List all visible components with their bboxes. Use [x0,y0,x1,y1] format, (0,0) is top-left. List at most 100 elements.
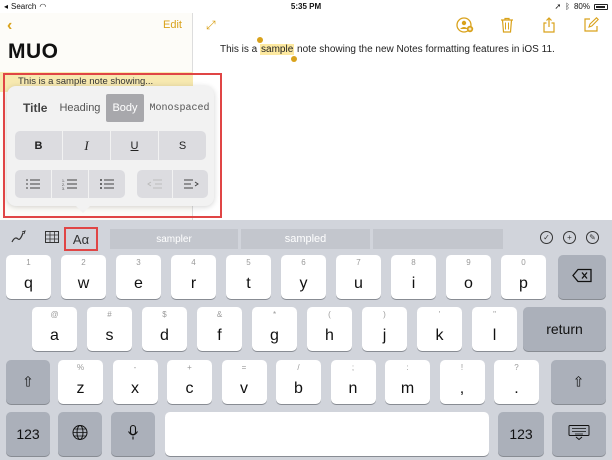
key-row1-3[interactable]: 4r [171,255,216,299]
key-char: . [514,380,519,397]
key-alt-char: = [241,363,247,372]
key-alt-char: 9 [466,258,471,267]
delete-key[interactable] [558,255,606,299]
key-alt-char: - [133,363,137,372]
shift-key-right[interactable]: ⇧ [551,360,606,404]
shift-key-left[interactable]: ⇧ [6,360,50,404]
expand-icon[interactable]: ⤢ [206,18,216,33]
key-row1-4[interactable]: 5t [226,255,271,299]
dictation-key[interactable] [111,412,155,456]
highlight-box-format-button [64,227,98,251]
key-alt-char: $ [162,310,167,319]
note-pane: ⤢ This is a sample note showing the new … [194,13,612,220]
note-body[interactable]: This is a sample note showing the new No… [220,37,555,62]
add-person-icon[interactable] [456,16,474,34]
microphone-icon [111,424,155,444]
key-alt-char: 6 [301,258,306,267]
numbers-key-label: 123 [16,426,40,442]
key-row1-1[interactable]: 2w [61,255,106,299]
key-row1-6[interactable]: 7u [336,255,381,299]
numbers-key-left[interactable]: 123 [6,412,50,456]
key-char: j [382,327,387,344]
key-char: r [190,275,197,292]
key-char: g [270,327,279,344]
key-alt-char: / [297,363,300,372]
key-row2-8[interactable]: " l [472,307,517,351]
key-alt-char: ' [438,310,441,319]
key-char: k [435,327,444,344]
key-char: n [348,380,358,397]
key-row3-5[interactable]: ; n [330,360,376,404]
key-row1-9[interactable]: 0p [501,255,546,299]
numbers-key-right[interactable]: 123 [498,412,544,456]
table-icon[interactable] [43,229,61,245]
key-row2-4[interactable]: * g [252,307,297,351]
key-row2-3[interactable]: & f [197,307,242,351]
checklist-icon[interactable]: ✓ [540,231,553,244]
key-row3-3[interactable]: = v [221,360,267,404]
globe-icon [58,425,102,444]
key-alt-char: * [272,310,277,319]
key-char: y [299,275,308,292]
key-char: o [464,275,473,292]
key-alt-char: 8 [411,258,416,267]
key-row3-2[interactable]: + c [167,360,212,404]
edit-button[interactable]: Edit [163,19,182,31]
battery-percent: 80% [573,2,590,11]
return-key[interactable]: return [523,307,606,351]
selected-word[interactable]: sample [257,37,298,62]
keyboard: Aα sampler sampled ✓ + ✎ 1q2w3e4r5t6y7u8… [0,220,612,460]
key-row3-7[interactable]: !, [439,360,485,404]
key-alt-char: 2 [81,258,86,267]
key-char: m [400,380,415,397]
suggestion-1[interactable]: sampler [110,229,238,249]
shift-icon: ⇧ [22,373,34,390]
key-char: w [77,275,90,292]
add-icon[interactable]: + [563,231,576,244]
key-row3-8[interactable]: ?. [494,360,539,404]
delete-icon [558,268,606,286]
globe-key[interactable] [58,412,102,456]
key-row2-1[interactable]: # s [87,307,132,351]
trash-icon[interactable] [498,16,516,34]
compose-icon[interactable] [582,16,600,34]
handwriting-icon[interactable] [9,229,27,245]
key-alt-char: " [493,310,496,319]
key-row2-0[interactable]: @ a [32,307,77,351]
key-char: l [492,327,497,344]
key-row3-6[interactable]: :m [385,360,430,404]
selected-word-text: sample [261,44,294,55]
share-icon[interactable] [540,16,558,34]
key-char: h [325,327,334,344]
bluetooth-icon: ᛒ [565,2,570,11]
suggestion-2[interactable]: sampled [241,229,370,249]
key-row2-2[interactable]: $ d [142,307,187,351]
key-row2-7[interactable]: ' k [417,307,462,351]
key-row2-6[interactable]: ) j [362,307,407,351]
key-alt-char: 1 [26,258,31,267]
key-row1-5[interactable]: 6y [281,255,326,299]
key-alt-char: % [76,363,85,372]
key-alt-char: ? [514,363,519,372]
key-alt-char: @ [50,310,59,319]
key-row3-4[interactable]: / b [276,360,321,404]
key-row1-7[interactable]: 8i [391,255,436,299]
key-alt-char: 3 [136,258,141,267]
key-row3-0[interactable]: % z [58,360,103,404]
selection-end-handle[interactable] [291,56,298,62]
key-alt-char: 5 [246,258,251,267]
markup-pen-icon[interactable]: ✎ [586,231,599,244]
hide-keyboard-key[interactable] [552,412,606,456]
chevron-left-icon[interactable]: ‹ [7,17,12,35]
key-row3-1[interactable]: -x [112,360,158,404]
space-key[interactable] [165,412,489,456]
key-row1-2[interactable]: 3e [116,255,161,299]
key-row1-8[interactable]: 9o [446,255,491,299]
location-icon: ➚ [554,2,562,11]
key-alt-char: + [187,363,192,372]
selection-start-handle[interactable] [257,37,264,43]
suggestion-3[interactable] [373,229,503,249]
hide-keyboard-icon [552,425,606,444]
key-row2-5[interactable]: (h [307,307,352,351]
key-row1-0[interactable]: 1q [6,255,51,299]
